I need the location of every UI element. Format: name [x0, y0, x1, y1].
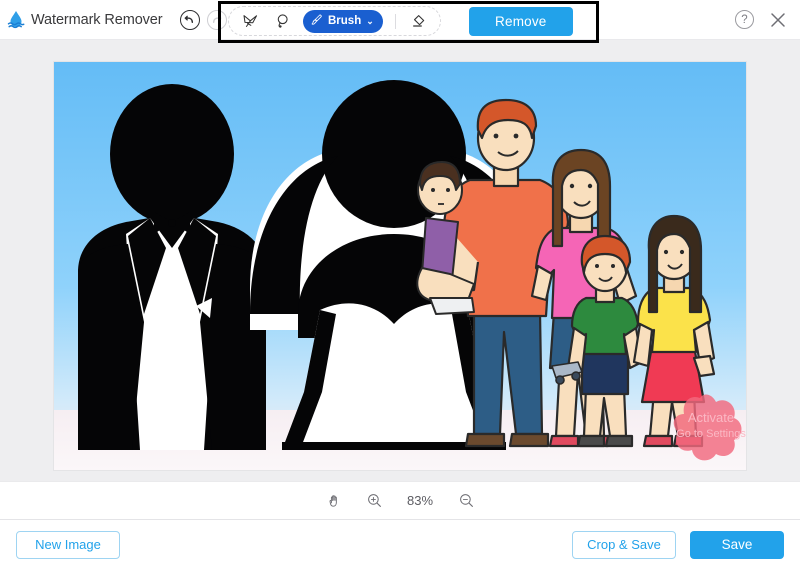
zoom-in-icon[interactable] — [363, 490, 385, 512]
edit-toolbar: Brush ⌄ Remove — [228, 5, 573, 37]
close-x-icon[interactable] — [768, 10, 788, 30]
lasso-icon[interactable] — [269, 9, 295, 33]
magic-wand-icon[interactable] — [237, 9, 263, 33]
brush-icon — [310, 13, 324, 30]
help-circle-icon[interactable]: ? — [735, 10, 754, 29]
undo-arrow-icon[interactable] — [179, 9, 200, 30]
watermark-remover-window: Watermark Remover Brush ⌄ Remove ? Activ… — [0, 0, 800, 569]
footer-right-actions: Crop & Save Save — [572, 530, 784, 559]
remove-button[interactable]: Remove — [468, 6, 573, 36]
brush-tool-label: Brush — [328, 15, 362, 27]
eraser-icon[interactable] — [406, 9, 432, 33]
water-drop-icon — [4, 8, 28, 32]
app-header: Watermark Remover Brush ⌄ Remove ? — [0, 0, 800, 43]
zoom-toolbar: 83% — [0, 481, 800, 519]
new-image-button[interactable]: New Image — [16, 530, 120, 559]
zoom-level-label: 83% — [406, 493, 434, 508]
toolbar-divider — [394, 13, 396, 29]
redo-arrow-icon[interactable] — [206, 9, 227, 30]
history-buttons — [179, 9, 227, 30]
watermark-line2: Go to Settings — [676, 428, 746, 440]
save-button[interactable]: Save — [690, 530, 784, 559]
hand-pan-icon[interactable] — [323, 490, 345, 512]
brush-tool-button[interactable]: Brush ⌄ — [303, 9, 383, 33]
crop-and-save-button[interactable]: Crop & Save — [572, 530, 676, 559]
header-right-actions: ? — [735, 10, 788, 30]
brand: Watermark Remover — [4, 8, 163, 32]
image-illustration: Activate Go to Settings — [54, 62, 746, 470]
footer-bar: New Image Crop & Save Save — [0, 519, 800, 569]
watermark-line1: Activate — [688, 410, 734, 425]
edited-image[interactable]: Activate Go to Settings — [54, 62, 746, 470]
zoom-out-icon[interactable] — [455, 490, 477, 512]
app-title: Watermark Remover — [31, 11, 163, 28]
tool-group: Brush ⌄ — [228, 6, 441, 36]
canvas-area[interactable]: Activate Go to Settings — [0, 40, 800, 481]
chevron-down-icon: ⌄ — [366, 15, 374, 26]
